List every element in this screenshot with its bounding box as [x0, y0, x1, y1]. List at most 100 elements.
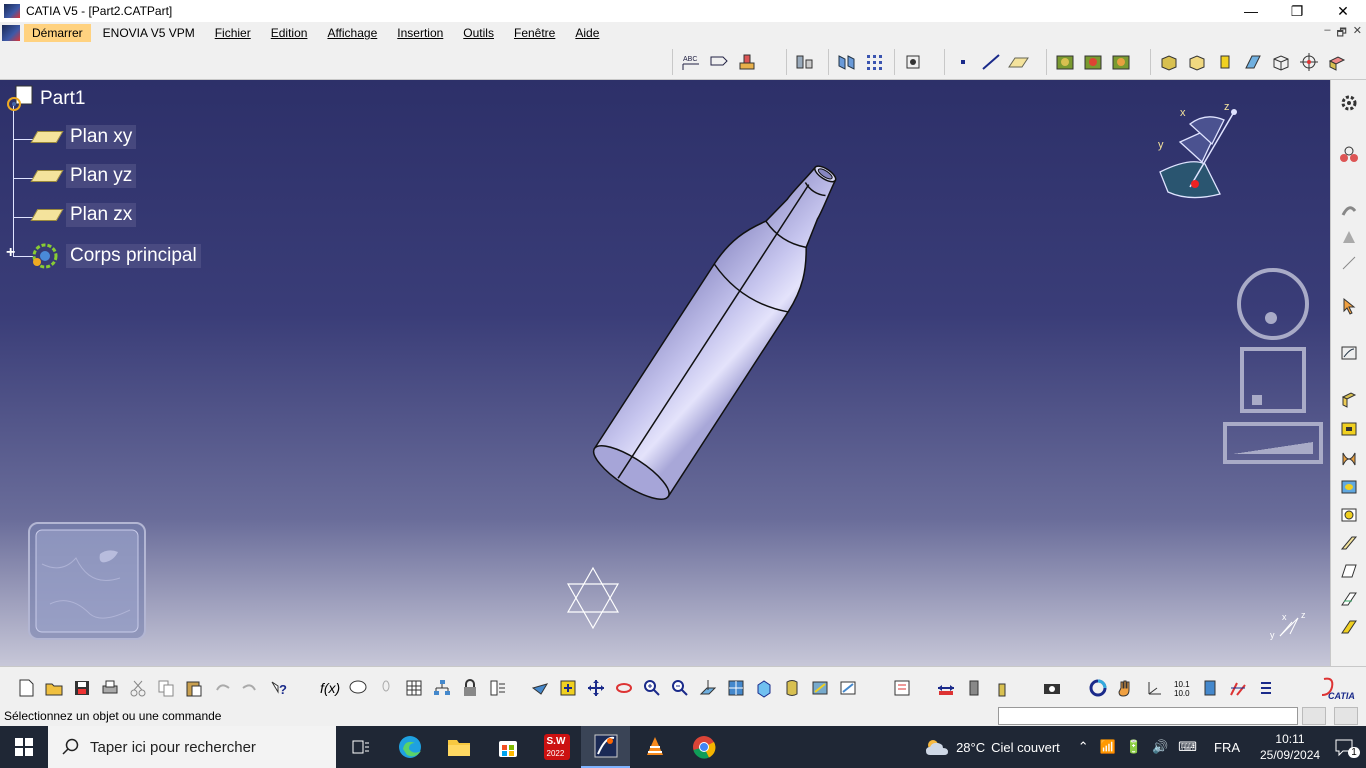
- grid-icon[interactable]: [1198, 677, 1222, 699]
- multi-view-icon[interactable]: [724, 677, 748, 699]
- taskbar-search[interactable]: Taper ici pour rechercher: [48, 726, 336, 768]
- 3d-viewport[interactable]: Part1 Plan xy Plan yz Plan zx + Corps pr…: [0, 80, 1330, 666]
- fit-all-icon[interactable]: [556, 677, 580, 699]
- update-icon[interactable]: [1086, 677, 1110, 699]
- bottle-model[interactable]: [0, 80, 1330, 666]
- zoom-out-icon[interactable]: [668, 677, 692, 699]
- grid-pattern-icon[interactable]: [863, 51, 887, 73]
- axis-system-icon[interactable]: [1142, 677, 1166, 699]
- minimize-button[interactable]: —: [1228, 0, 1274, 22]
- hidden-edges-icon[interactable]: [1241, 51, 1265, 73]
- table-icon[interactable]: [402, 677, 426, 699]
- rib-icon[interactable]: [1337, 504, 1361, 526]
- maximize-button[interactable]: ❐: [1274, 0, 1320, 22]
- view-mode-icon[interactable]: [780, 677, 804, 699]
- chevron-up-icon[interactable]: ⌃: [1078, 739, 1089, 755]
- solidworks-app[interactable]: S.W 2022: [532, 726, 581, 768]
- hide-show-icon[interactable]: [808, 677, 832, 699]
- plane-icon[interactable]: [1007, 51, 1031, 73]
- menu-fichier[interactable]: Fichier: [207, 24, 259, 42]
- rotate-navigator[interactable]: [1237, 268, 1309, 340]
- open-folder-icon[interactable]: [42, 677, 66, 699]
- catia-app[interactable]: [581, 726, 630, 768]
- task-view-button[interactable]: [336, 726, 385, 768]
- part-design-icon[interactable]: [1337, 200, 1361, 222]
- weather-widget[interactable]: 28°C Ciel couvert: [924, 737, 1060, 757]
- vlc-app[interactable]: [630, 726, 679, 768]
- doc-close-button[interactable]: ✕: [1353, 24, 1362, 43]
- volume-icon[interactable]: 🔊: [1152, 739, 1168, 755]
- keyboard-icon[interactable]: ⌨: [1178, 739, 1197, 755]
- zoom-in-icon[interactable]: [640, 677, 664, 699]
- shape-icon[interactable]: [1337, 226, 1361, 248]
- stamp-icon[interactable]: [735, 51, 759, 73]
- store-app[interactable]: [483, 726, 532, 768]
- hierarchy-icon[interactable]: [430, 677, 454, 699]
- assemble-icon[interactable]: [1053, 51, 1077, 73]
- zoom-navigator[interactable]: [1223, 422, 1323, 464]
- menu-demarrer[interactable]: Démarrer: [24, 24, 91, 42]
- command-button[interactable]: [1302, 707, 1326, 725]
- measure-item-icon[interactable]: [962, 677, 986, 699]
- copy-icon[interactable]: [154, 677, 178, 699]
- compass-target-icon[interactable]: [1297, 51, 1321, 73]
- shell-icon[interactable]: [1337, 616, 1361, 638]
- cut-icon[interactable]: [126, 677, 150, 699]
- save-icon[interactable]: [70, 677, 94, 699]
- pocket-icon[interactable]: [1337, 418, 1361, 440]
- command-options-button[interactable]: [1334, 707, 1358, 725]
- normal-view-icon[interactable]: [696, 677, 720, 699]
- measure-icon[interactable]: [793, 51, 817, 73]
- fillet-icon[interactable]: [1337, 532, 1361, 554]
- fly-mode-icon[interactable]: [528, 677, 552, 699]
- help-icon[interactable]: ?: [266, 677, 290, 699]
- new-file-icon[interactable]: [14, 677, 38, 699]
- paste-icon[interactable]: [182, 677, 206, 699]
- sketcher-icon[interactable]: [1337, 342, 1361, 364]
- line-icon[interactable]: [979, 51, 1003, 73]
- chamfer-icon[interactable]: [1337, 560, 1361, 582]
- select-cursor-icon[interactable]: [1337, 295, 1361, 317]
- snap-point-icon[interactable]: [901, 51, 925, 73]
- gear-icon[interactable]: [1337, 92, 1361, 114]
- rotate-icon[interactable]: [612, 677, 636, 699]
- lock-icon[interactable]: [458, 677, 482, 699]
- catalog-icon[interactable]: [890, 677, 914, 699]
- language-indicator[interactable]: FRA: [1214, 740, 1240, 755]
- pattern-icon[interactable]: [835, 51, 859, 73]
- formula-icon[interactable]: f(x): [318, 677, 342, 699]
- comment-icon[interactable]: [346, 677, 370, 699]
- menu-fenetre[interactable]: Fenêtre: [506, 24, 563, 42]
- constraint-icon[interactable]: [1337, 144, 1361, 166]
- wireframe-icon[interactable]: [1269, 51, 1293, 73]
- sketch-line-icon[interactable]: [1337, 252, 1361, 274]
- shading-icon[interactable]: [1157, 51, 1181, 73]
- doc-restore-button[interactable]: 🗗: [1336, 24, 1346, 43]
- battery-icon[interactable]: 🔋: [1126, 739, 1142, 755]
- catia-menu-icon[interactable]: [2, 25, 20, 41]
- pad-icon[interactable]: [1337, 388, 1361, 410]
- add-body-icon[interactable]: [1081, 51, 1105, 73]
- menu-insertion[interactable]: Insertion: [389, 24, 451, 42]
- menu-outils[interactable]: Outils: [455, 24, 502, 42]
- measure-inertia-icon[interactable]: [990, 677, 1014, 699]
- render-icon[interactable]: [1325, 51, 1349, 73]
- compass-widget[interactable]: x y z: [1150, 102, 1250, 222]
- print-icon[interactable]: [98, 677, 122, 699]
- redo-icon[interactable]: [238, 677, 262, 699]
- parameters-icon[interactable]: [1226, 677, 1250, 699]
- hand-icon[interactable]: [1114, 677, 1138, 699]
- camera-icon[interactable]: [1040, 677, 1064, 699]
- menu-enovia[interactable]: ENOVIA V5 VPM: [95, 24, 203, 42]
- remove-body-icon[interactable]: [1109, 51, 1133, 73]
- start-button[interactable]: [0, 726, 48, 768]
- shading-edges-icon[interactable]: [1185, 51, 1209, 73]
- shaft-icon[interactable]: [1337, 448, 1361, 470]
- hole-icon[interactable]: [1337, 476, 1361, 498]
- chrome-app[interactable]: [679, 726, 728, 768]
- units-icon[interactable]: 10.1 10.0: [1170, 677, 1194, 699]
- menu-affichage[interactable]: Affichage: [319, 24, 385, 42]
- command-input[interactable]: [998, 707, 1298, 725]
- swap-visible-icon[interactable]: [836, 677, 860, 699]
- list-icon[interactable]: [1254, 677, 1278, 699]
